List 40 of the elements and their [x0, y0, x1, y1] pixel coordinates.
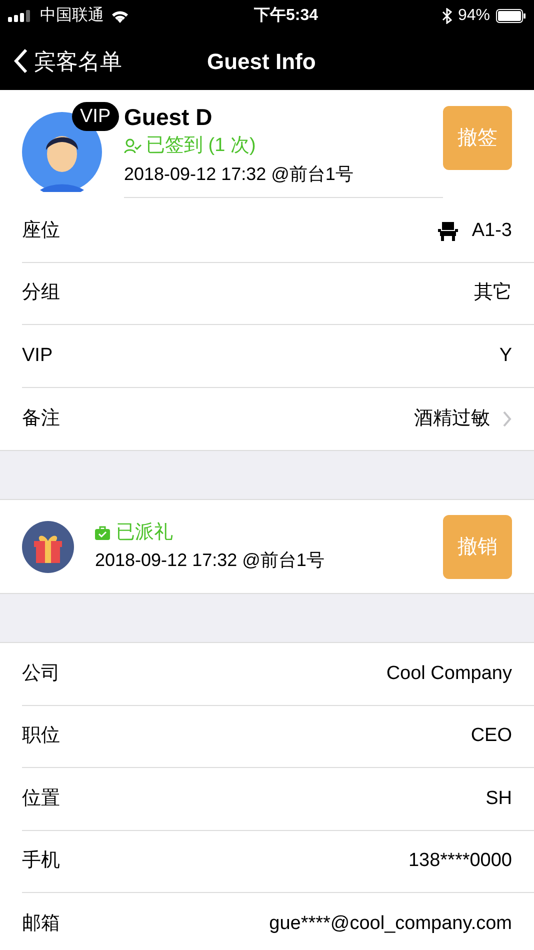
gift-status: 已派礼	[116, 520, 173, 545]
field-value: SH	[486, 786, 512, 810]
person-check-icon	[124, 138, 142, 154]
field-label: 邮箱	[22, 912, 60, 936]
seat-icon	[436, 220, 460, 242]
field-label: 手机	[22, 849, 60, 873]
back-button[interactable]: 宾客名单	[0, 44, 122, 78]
field-value: Cool Company	[386, 662, 512, 686]
field-value: 138****0000	[408, 849, 512, 873]
field-value: gue****@cool_company.com	[269, 912, 512, 936]
field-value: A1-3	[472, 218, 512, 242]
wifi-icon	[110, 9, 130, 23]
page-title: Guest Info	[207, 48, 316, 76]
field-value: 其它	[474, 281, 512, 305]
field-label: 分组	[22, 281, 60, 305]
field-label: 备注	[22, 406, 60, 430]
field-value: CEO	[470, 724, 512, 748]
field-value: 酒精过敏	[414, 406, 490, 430]
field-label: 座位	[22, 218, 60, 242]
field-label: 公司	[22, 662, 60, 686]
undo-check-in-button[interactable]: 撤签	[443, 106, 512, 170]
undo-gift-button[interactable]: 撤销	[443, 514, 512, 578]
status-time: 下午5:34	[254, 6, 318, 26]
back-icon	[14, 48, 28, 74]
check-in-status: 已签到 (1 次)	[146, 134, 256, 158]
gift-icon	[22, 520, 74, 572]
guest-name: Guest D	[124, 103, 214, 132]
bag-check-icon	[95, 526, 110, 540]
check-in-time: 2018-09-12 17:32 @前台1号	[124, 162, 354, 186]
battery-icon	[496, 9, 526, 23]
battery-percent: 94%	[458, 6, 490, 26]
field-label: 职位	[22, 724, 60, 748]
field-label: 位置	[22, 786, 60, 810]
gift-time: 2018-09-12 17:32 @前台1号	[95, 549, 326, 572]
bluetooth-icon	[442, 8, 452, 24]
field-label: VIP	[22, 344, 53, 368]
vip-badge: VIP	[72, 102, 119, 131]
chevron-right-icon[interactable]	[502, 410, 512, 428]
carrier-name: 中国联通	[40, 6, 104, 26]
field-value: Y	[499, 344, 512, 368]
